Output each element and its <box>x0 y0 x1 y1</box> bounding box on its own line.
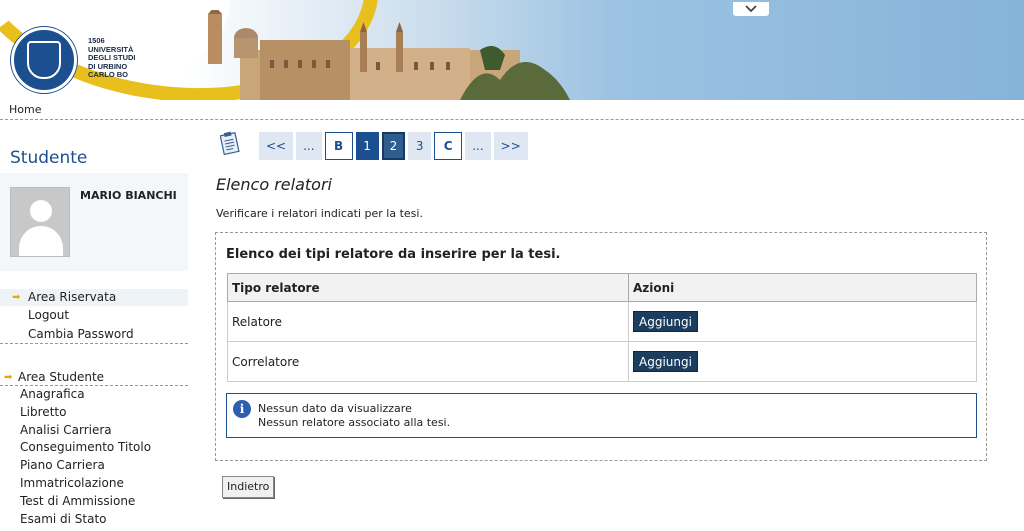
checklist-icon[interactable] <box>220 131 240 155</box>
menu-item-logout[interactable]: Logout <box>0 306 188 325</box>
pager-step-b[interactable]: B <box>324 132 353 160</box>
column-header-tipo-relatore: Tipo relatore <box>227 273 629 302</box>
header-banner: 1506 UNIVERSITÀ DEGLI STUDI DI URBINO CA… <box>0 0 1024 100</box>
menu-item-conseguimento-titolo[interactable]: Conseguimento Titolo <box>0 439 188 457</box>
menu-header-label: Area Riservata <box>28 290 117 304</box>
cell-azioni: Aggiungi <box>628 341 977 382</box>
sidebar: Studente MARIO BIANCHI ➡ Area Riservata … <box>0 121 188 531</box>
cell-azioni: Aggiungi <box>628 301 977 342</box>
university-name-logo: 1506 UNIVERSITÀ DEGLI STUDI DI URBINO CA… <box>88 36 136 80</box>
page-description: Verificare i relatori indicati per la te… <box>216 207 423 220</box>
breadcrumb: Home <box>0 100 1024 120</box>
header-collapse-toggle[interactable] <box>733 2 769 16</box>
menu-item-test-di-ammissione[interactable]: Test di Ammissione <box>0 493 188 511</box>
cell-tipo-relatore: Relatore <box>227 301 629 342</box>
table-header-row: Tipo relatore Azioni <box>227 273 977 302</box>
palazzo-ducale-illustration <box>208 10 570 100</box>
menu-item-analisi-carriera[interactable]: Analisi Carriera <box>0 422 188 440</box>
menu-area-riservata: ➡ Area Riservata Logout Cambia Password <box>0 289 188 344</box>
table-row: Relatore Aggiungi <box>227 301 977 342</box>
pager-ellipsis: ... <box>465 132 491 160</box>
info-message-line: Nessun relatore associato alla tesi. <box>258 416 451 429</box>
pager-ellipsis: ... <box>296 132 322 160</box>
menu-item-esami-di-stato[interactable]: Esami di Stato <box>0 511 188 529</box>
pager-first[interactable]: << <box>259 132 294 160</box>
menu-header-label: Area Studente <box>18 370 105 384</box>
menu-item-cambia-password[interactable]: Cambia Password <box>0 325 188 344</box>
relatori-table: Tipo relatore Azioni Relatore Aggiungi C… <box>227 273 977 382</box>
arrow-right-icon: ➡ <box>12 292 21 303</box>
main-content: << ... B 1 2 3 C ... >> Elenco relatori … <box>200 121 1024 531</box>
pager-last[interactable]: >> <box>493 132 528 160</box>
university-seal-logo[interactable] <box>11 27 77 93</box>
pager-step-2-current[interactable]: 2 <box>381 132 406 160</box>
sidebar-title: Studente <box>10 148 88 168</box>
aggiungi-relatore-button[interactable]: Aggiungi <box>633 311 698 332</box>
logo-line: CARLO BO <box>88 70 128 79</box>
column-header-azioni: Azioni <box>628 273 977 302</box>
arrow-right-icon: ➡ <box>4 372 13 383</box>
seal-emblem <box>27 41 61 79</box>
menu-item-anagrafica[interactable]: Anagrafica <box>0 386 188 404</box>
indietro-button[interactable]: Indietro <box>222 476 275 498</box>
info-message-line: Nessun dato da visualizzare <box>258 402 412 415</box>
profile-box: MARIO BIANCHI <box>0 173 188 271</box>
avatar-icon <box>10 187 70 257</box>
info-icon: i <box>233 400 251 418</box>
profile-name: MARIO BIANCHI <box>80 189 177 202</box>
pager-step-c[interactable]: C <box>434 132 463 160</box>
pager-step-1[interactable]: 1 <box>355 132 379 160</box>
pager-step-3[interactable]: 3 <box>408 132 432 160</box>
menu-item-piano-carriera[interactable]: Piano Carriera <box>0 457 188 475</box>
aggiungi-correlatore-button[interactable]: Aggiungi <box>633 351 698 372</box>
wizard-pager: << ... B 1 2 3 C ... >> <box>259 132 528 160</box>
page-title: Elenco relatori <box>216 175 332 194</box>
menu-header-area-riservata[interactable]: ➡ Area Riservata <box>0 289 188 306</box>
breadcrumb-home-link[interactable]: Home <box>9 103 41 116</box>
info-message-box: i Nessun dato da visualizzare Nessun rel… <box>226 393 977 438</box>
menu-item-libretto[interactable]: Libretto <box>0 404 188 422</box>
relatori-panel: Elenco dei tipi relatore da inserire per… <box>215 232 987 461</box>
cell-tipo-relatore: Correlatore <box>227 341 629 382</box>
menu-item-immatricolazione[interactable]: Immatricolazione <box>0 475 188 493</box>
chevron-down-icon <box>745 5 757 13</box>
panel-title: Elenco dei tipi relatore da inserire per… <box>226 247 561 262</box>
menu-header-area-studente[interactable]: ➡ Area Studente <box>0 369 188 386</box>
menu-area-studente: ➡ Area Studente Anagrafica Libretto Anal… <box>0 369 188 528</box>
table-row: Correlatore Aggiungi <box>227 341 977 382</box>
